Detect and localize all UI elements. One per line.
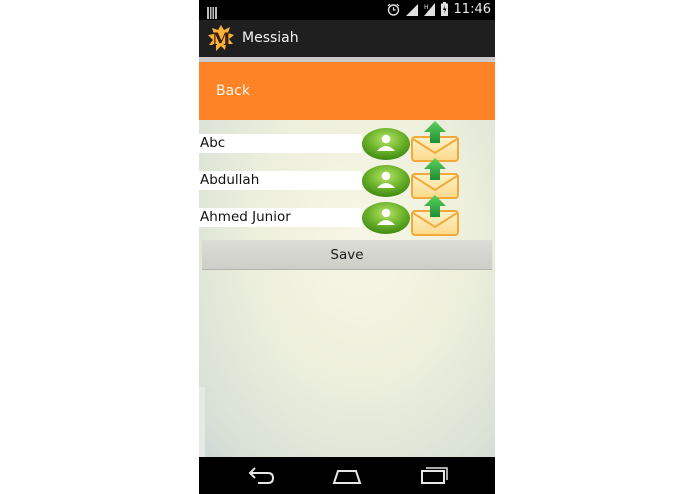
contact-person-icon[interactable] (361, 201, 411, 235)
app-title: Messiah (242, 30, 299, 46)
back-banner: Back (199, 62, 495, 120)
status-bar: H 11:46 (199, 0, 495, 20)
app-logo-icon: M (207, 24, 235, 52)
navigation-bar (199, 457, 495, 494)
home-nav-icon[interactable] (332, 465, 362, 485)
contact-name-field[interactable]: Ahmed Junior (199, 208, 362, 227)
contact-row: Ahmed Junior (199, 195, 495, 238)
contact-name-field[interactable]: Abc (199, 134, 362, 153)
contact-name-field[interactable]: Abdullah (199, 171, 362, 190)
main-content: Back Abc Abdullah Ahmed Junior Save (199, 57, 495, 457)
email-upload-icon[interactable] (409, 193, 461, 237)
back-nav-icon[interactable] (246, 465, 276, 485)
recent-apps-icon[interactable] (418, 465, 448, 485)
clock-time: 11:46 (453, 2, 491, 17)
alarm-icon (387, 1, 400, 20)
svg-text:H: H (424, 4, 429, 11)
signal-icon: H (423, 1, 435, 20)
back-button[interactable]: Back (216, 62, 250, 120)
background-edge (199, 387, 205, 457)
contact-person-icon[interactable] (361, 127, 411, 161)
save-button[interactable]: Save (202, 240, 492, 270)
contact-person-icon[interactable] (361, 164, 411, 198)
phone-screen: H 11:46 M Messiah Back Abc Abdullah Ahme… (199, 0, 495, 494)
app-logo-letter: M (212, 30, 231, 50)
wifi-icon (405, 1, 418, 20)
battery-icon (440, 1, 448, 20)
status-icons: H 11:46 (387, 1, 491, 20)
action-bar: M Messiah (199, 20, 495, 57)
notification-icon (207, 4, 217, 19)
